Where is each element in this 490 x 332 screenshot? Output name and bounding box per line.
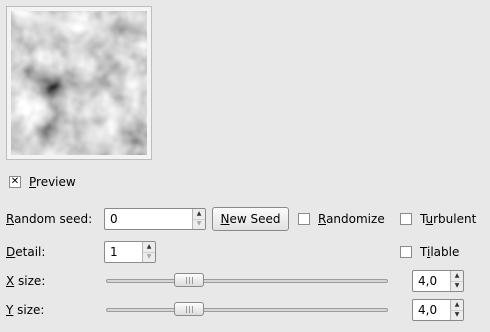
turbulent-checkbox[interactable] xyxy=(400,213,412,225)
detail-spinbutton[interactable]: 1 ▲ ▼ xyxy=(104,241,156,263)
x-size-spin[interactable]: ▲ ▼ xyxy=(450,271,463,291)
tilable-checkbox[interactable] xyxy=(400,246,412,258)
randomize-label[interactable]: Randomize xyxy=(318,212,385,226)
solid-noise-preview xyxy=(11,11,147,155)
y-size-label: Y size: xyxy=(6,303,44,317)
turbulent-label-mnemonic: u xyxy=(425,212,434,226)
preview-image xyxy=(6,6,152,160)
random-seed-label: Random seed: xyxy=(6,212,92,226)
y-size-slider-handle[interactable] xyxy=(174,302,205,316)
turbulent-label-rest: rbulent xyxy=(433,212,477,226)
randomize-label-mnemonic: R xyxy=(318,212,327,226)
new-seed-rest: ew Seed xyxy=(229,212,281,226)
detail-label-mnemonic: D xyxy=(6,245,16,259)
y-size-input[interactable]: 4,0 xyxy=(413,300,450,320)
x-size-label-mnemonic: X xyxy=(6,274,15,288)
preview-label-rest: review xyxy=(36,175,76,189)
x-size-spinbutton[interactable]: 4,0 ▲ ▼ xyxy=(412,270,464,292)
checkmark-icon: ✕ xyxy=(10,176,20,187)
x-size-slider-handle[interactable] xyxy=(174,273,205,287)
x-size-slider-track[interactable] xyxy=(106,279,388,283)
x-size-label: X size: xyxy=(6,274,45,288)
tilable-label-before: T xyxy=(420,245,427,259)
preview-label-mnemonic: P xyxy=(29,175,37,189)
spin-up-icon[interactable]: ▲ xyxy=(143,242,155,253)
randomize-checkbox[interactable] xyxy=(298,213,310,225)
y-size-slider-track[interactable] xyxy=(106,308,388,312)
spin-up-icon[interactable]: ▲ xyxy=(193,209,205,220)
random-seed-label-rest: andom seed: xyxy=(14,212,93,226)
spin-down-icon[interactable]: ▼ xyxy=(143,253,155,263)
randomize-label-rest: andomize xyxy=(326,212,385,226)
x-size-label-rest: size: xyxy=(14,274,46,288)
turbulent-label[interactable]: Turbulent xyxy=(420,212,476,226)
spin-down-icon[interactable]: ▼ xyxy=(451,311,463,321)
random-seed-label-mnemonic: R xyxy=(6,212,15,226)
detail-spin[interactable]: ▲ ▼ xyxy=(142,242,155,262)
tilable-label-rest: lable xyxy=(430,245,460,259)
detail-input[interactable]: 1 xyxy=(105,242,142,262)
new-seed-button[interactable]: New Seed xyxy=(212,207,289,231)
tilable-label[interactable]: Tilable xyxy=(420,245,459,259)
spin-up-icon[interactable]: ▲ xyxy=(451,271,463,282)
y-size-label-rest: size: xyxy=(13,303,45,317)
preview-label[interactable]: Preview xyxy=(29,175,76,189)
x-size-input[interactable]: 4,0 xyxy=(413,271,450,291)
random-seed-spin[interactable]: ▲ ▼ xyxy=(192,209,205,229)
y-size-spin[interactable]: ▲ ▼ xyxy=(450,300,463,320)
random-seed-spinbutton[interactable]: 0 ▲ ▼ xyxy=(104,208,206,230)
detail-label: Detail: xyxy=(6,245,45,259)
y-size-spinbutton[interactable]: 4,0 ▲ ▼ xyxy=(412,299,464,321)
random-seed-input[interactable]: 0 xyxy=(105,209,192,229)
spin-down-icon[interactable]: ▼ xyxy=(451,282,463,292)
new-seed-button-label: New Seed xyxy=(221,212,281,226)
preview-checkbox[interactable]: ✕ xyxy=(9,176,21,188)
spin-down-icon[interactable]: ▼ xyxy=(193,220,205,230)
detail-label-rest: etail: xyxy=(15,245,46,259)
spin-up-icon[interactable]: ▲ xyxy=(451,300,463,311)
